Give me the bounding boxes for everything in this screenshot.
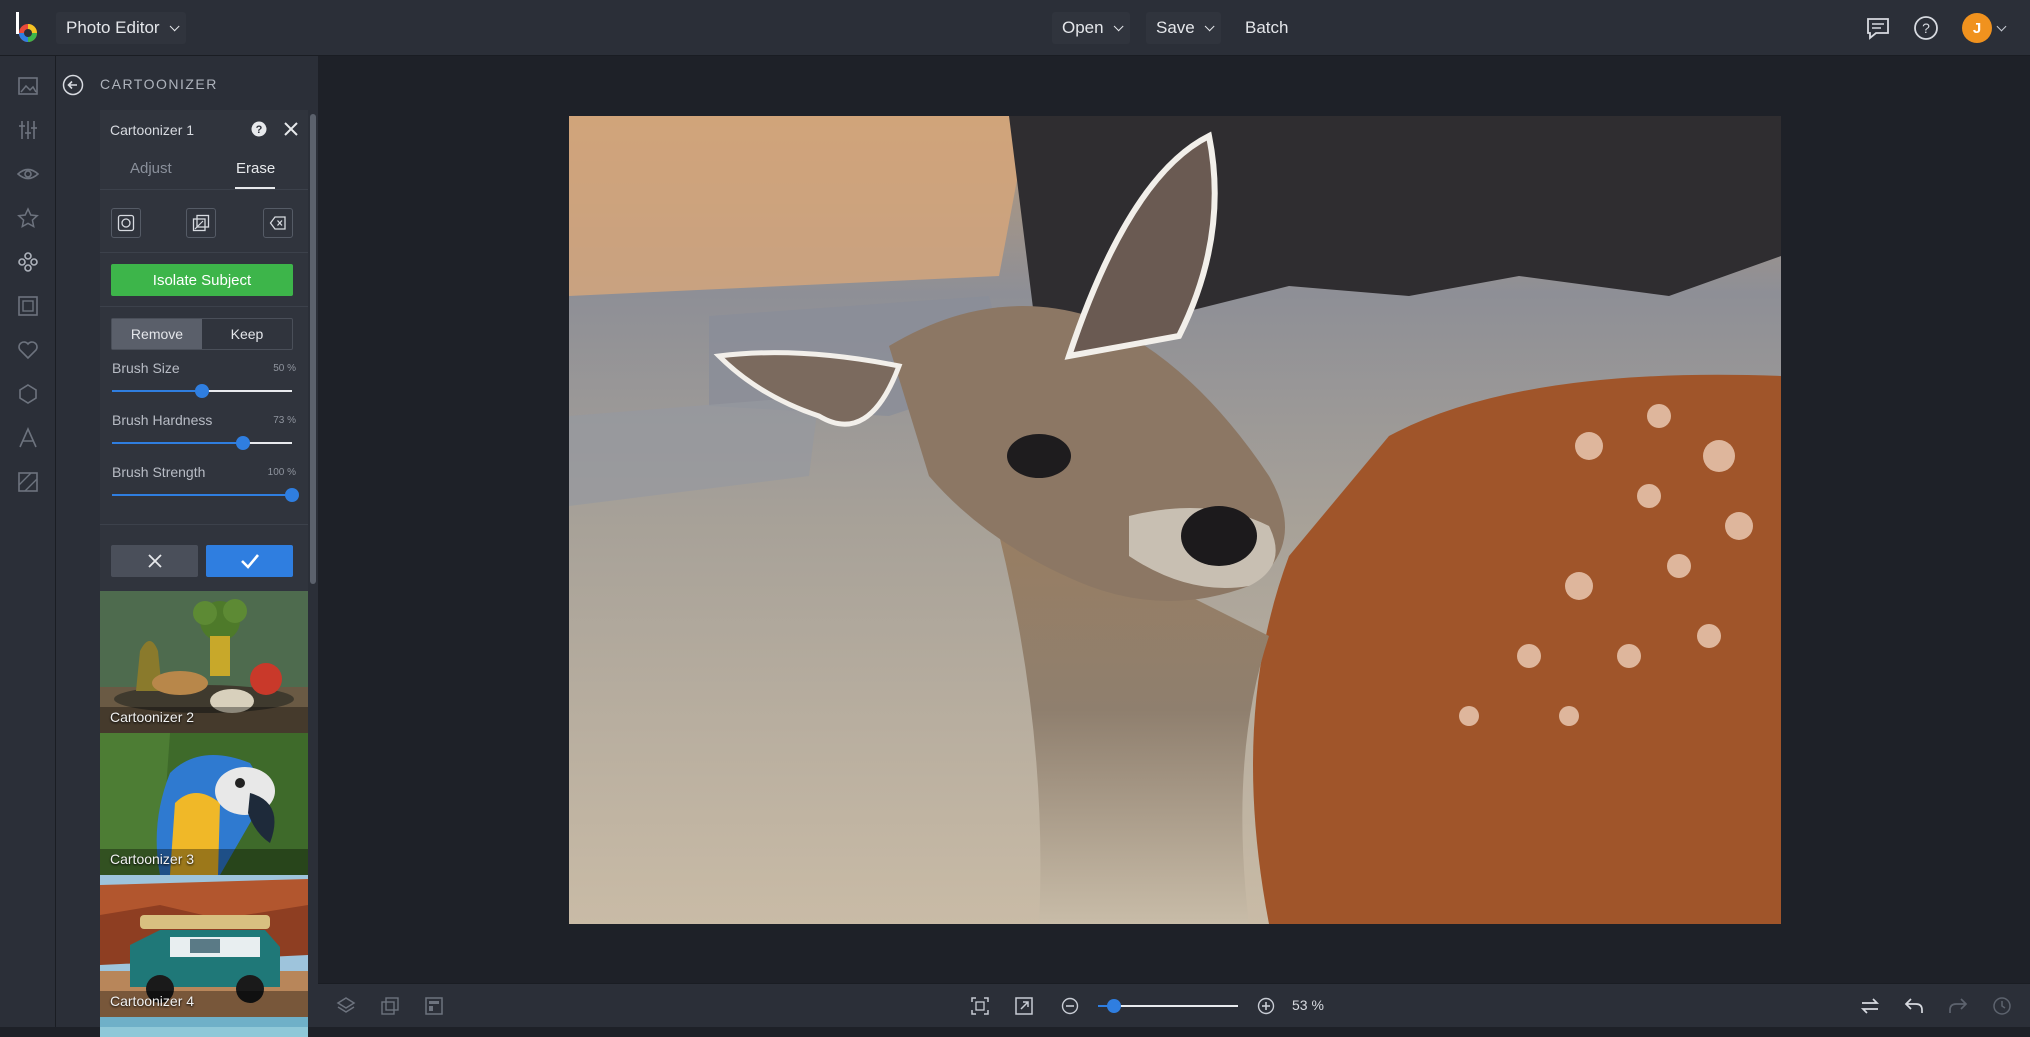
help-icon[interactable]: ? <box>1912 14 1940 42</box>
brush-strength-value: 100 % <box>267 467 296 478</box>
panel-scrollbar[interactable] <box>310 114 316 584</box>
preset-thumbnail <box>100 1017 308 1037</box>
tool-rail <box>0 56 56 1027</box>
open-label: Open <box>1062 18 1104 37</box>
slider-handle[interactable] <box>236 436 251 450</box>
save-label: Save <box>1156 18 1195 37</box>
brush-hardness-label: Brush Hardness <box>112 412 213 428</box>
bottom-toolbar: 53 % <box>318 983 2030 1027</box>
cancel-button[interactable] <box>111 545 198 577</box>
shape-icon[interactable] <box>14 380 42 408</box>
divider <box>100 524 308 525</box>
zoom-handle[interactable] <box>1107 999 1121 1013</box>
brush-size-slider[interactable] <box>112 384 292 398</box>
history-icon[interactable] <box>1990 994 2014 1018</box>
layers-icon[interactable] <box>334 994 358 1018</box>
close-icon[interactable] <box>282 120 300 138</box>
actual-size-icon[interactable] <box>1012 994 1036 1018</box>
cartoonizer-settings-card: Cartoonizer 1 ? Adjust Erase Isolate Sub… <box>100 110 308 592</box>
preset-cartoonizer-5[interactable] <box>100 1017 308 1037</box>
star-icon[interactable] <box>14 204 42 232</box>
backspace-icon <box>269 216 286 230</box>
brush-tool-button[interactable] <box>111 208 141 238</box>
image-icon[interactable] <box>14 72 42 100</box>
chat-icon[interactable] <box>1864 14 1892 42</box>
remove-mode-button[interactable]: Remove <box>112 319 202 349</box>
brush-strength-label: Brush Strength <box>112 464 206 480</box>
svg-text:?: ? <box>256 124 263 136</box>
help-icon[interactable]: ? <box>250 120 268 138</box>
effects-icon[interactable] <box>14 248 42 276</box>
batch-label: Batch <box>1245 18 1289 37</box>
top-bar: Photo Editor Open Save Batch ? J <box>0 0 2030 56</box>
brush-hardness-value: 73 % <box>273 415 296 426</box>
heart-icon[interactable] <box>14 336 42 364</box>
isolate-subject-button[interactable]: Isolate Subject <box>111 264 293 296</box>
redo-icon[interactable] <box>1946 994 1970 1018</box>
tab-bar: Adjust Erase <box>100 148 308 190</box>
chevron-down-icon <box>1204 20 1215 31</box>
divider <box>100 252 308 253</box>
slider-handle[interactable] <box>195 384 209 398</box>
invert-selection-button[interactable] <box>186 208 216 238</box>
active-tab-indicator <box>235 187 275 189</box>
text-icon[interactable] <box>14 424 42 452</box>
swap-icon[interactable] <box>1858 994 1882 1018</box>
clear-erase-button[interactable] <box>263 208 293 238</box>
apply-button[interactable] <box>206 545 293 577</box>
divider <box>100 306 308 307</box>
eye-icon[interactable] <box>14 160 42 188</box>
zoom-slider[interactable] <box>1098 999 1238 1013</box>
close-icon <box>147 554 162 568</box>
back-arrow-icon[interactable] <box>62 74 84 96</box>
zoom-percentage: 53 % <box>1292 997 1324 1013</box>
cartoonizer-panel: CARTOONIZER Cartoonizer 1 ? Adjust Erase… <box>56 56 318 1037</box>
tab-erase[interactable]: Erase <box>236 160 275 177</box>
slider-fill <box>112 442 244 444</box>
brush-size-label: Brush Size <box>112 360 180 376</box>
photo-canvas[interactable] <box>569 116 1781 924</box>
zoom-in-icon[interactable] <box>1254 994 1278 1018</box>
preset-label: Cartoonizer 4 <box>110 993 195 1009</box>
invert-icon <box>192 214 210 232</box>
preset-label: Cartoonizer 3 <box>110 851 195 867</box>
checkmark-icon <box>240 554 259 569</box>
app-name: Photo Editor <box>66 18 160 37</box>
texture-icon[interactable] <box>14 468 42 496</box>
slider-fill <box>112 390 202 392</box>
preset-cartoonizer-4[interactable]: Cartoonizer 4 <box>100 875 308 1017</box>
brush-circle-icon <box>117 214 135 232</box>
compare-icon[interactable] <box>378 994 402 1018</box>
fit-to-screen-icon[interactable] <box>968 994 992 1018</box>
history-panel-icon[interactable] <box>422 994 446 1018</box>
tab-adjust[interactable]: Adjust <box>130 160 172 177</box>
brush-strength-slider[interactable] <box>112 488 299 502</box>
chevron-down-icon <box>1113 20 1124 31</box>
slider-handle[interactable] <box>285 488 299 502</box>
avatar[interactable]: J <box>1962 13 1992 43</box>
card-title: Cartoonizer 1 <box>110 122 195 138</box>
sliders-icon[interactable] <box>14 116 42 144</box>
save-button[interactable]: Save <box>1146 12 1221 44</box>
brush-hardness-slider[interactable] <box>112 436 292 450</box>
logo-icon[interactable] <box>14 12 42 44</box>
chevron-down-icon[interactable] <box>1996 21 2007 32</box>
brush-size-value: 50 % <box>273 363 296 374</box>
erase-mode-toggle: Remove Keep <box>111 318 293 350</box>
panel-title: CARTOONIZER <box>100 76 218 92</box>
chevron-down-icon <box>169 20 180 31</box>
undo-icon[interactable] <box>1902 994 1926 1018</box>
svg-text:?: ? <box>1922 20 1930 36</box>
slider-fill <box>112 494 292 496</box>
preset-cartoonizer-3[interactable]: Cartoonizer 3 <box>100 733 308 875</box>
preset-cartoonizer-2[interactable]: Cartoonizer 2 <box>100 591 308 733</box>
canvas-area <box>318 56 2030 983</box>
frame-icon[interactable] <box>14 292 42 320</box>
keep-mode-button[interactable]: Keep <box>202 319 292 349</box>
zoom-out-icon[interactable] <box>1058 994 1082 1018</box>
batch-button[interactable]: Batch <box>1235 12 1298 44</box>
preset-label: Cartoonizer 2 <box>110 709 195 725</box>
open-button[interactable]: Open <box>1052 12 1130 44</box>
app-switcher-button[interactable]: Photo Editor <box>56 12 186 44</box>
